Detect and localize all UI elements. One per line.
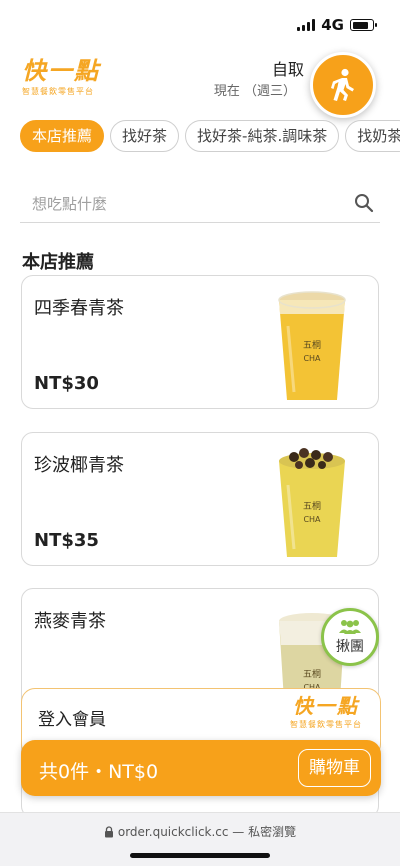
battery-icon [350,19,377,31]
walking-person-icon [331,68,354,101]
svg-text:CHA: CHA [303,515,321,524]
group-order-button[interactable]: 揪團 [321,608,379,666]
cart-button[interactable]: 購物車 [298,749,371,787]
product-card[interactable]: 珍波椰青茶 NT$35 五桐 CHA [21,432,379,566]
member-brand-logo: 快一點 智慧餐飲零售平台 [290,695,362,730]
product-price: NT$30 [34,373,99,394]
browser-url-bar: order.quickclick.cc — 私密瀏覽 [0,812,400,866]
url-display[interactable]: order.quickclick.cc — 私密瀏覽 [0,823,400,840]
drink-cup-image: 五桐 CHA [279,448,345,557]
tab-good-tea[interactable]: 找好茶 [110,120,180,152]
search-input[interactable] [30,190,334,218]
section-title: 本店推薦 [22,252,94,273]
lock-icon [104,826,113,838]
logo-subtitle: 智慧餐飲零售平台 [22,87,94,96]
product-name: 珍波椰青茶 [34,455,124,476]
svg-text:五桐: 五桐 [303,500,321,512]
status-indicators: 4G [297,16,377,34]
header: 快一點 智慧餐飲零售平台 自取 現在 （週三） [0,48,400,120]
drink-cup-image: 五桐 CHA [278,291,346,400]
pickup-time[interactable]: 現在 （週三） [214,80,296,99]
tab-milk-tea[interactable]: 找奶茶 [345,120,400,152]
group-order-label: 揪團 [336,638,364,655]
status-bar: 4G [0,0,400,48]
member-login-label: 登入會員 [38,710,106,730]
home-indicator [130,853,270,858]
category-tabs: 本店推薦 找好茶 找好茶-純茶.調味茶 找奶茶 [20,120,400,156]
network-label: 4G [321,16,344,34]
signal-icon [297,19,316,31]
logo-text: 快一點 [22,57,100,85]
tab-recommended[interactable]: 本店推薦 [20,120,105,152]
product-card[interactable]: 四季春青茶 NT$30 五桐 CHA [21,275,379,409]
group-people-icon [339,619,361,634]
brand-logo[interactable]: 快一點 智慧餐飲零售平台 [22,58,100,97]
logo-subtitle: 智慧餐飲零售平台 [290,720,362,729]
search-icon[interactable] [354,193,374,213]
search-bar [20,184,380,223]
svg-text:五桐: 五桐 [303,668,321,680]
product-name: 燕麥青茶 [34,611,106,632]
logo-text: 快一點 [293,694,359,718]
url-text: order.quickclick.cc — 私密瀏覽 [117,825,297,839]
cart-summary: 共0件・NT$0 [39,761,159,783]
pickup-mode-button[interactable] [310,52,376,118]
product-name: 四季春青茶 [34,298,124,319]
svg-text:CHA: CHA [303,354,321,363]
tab-pure-tea[interactable]: 找好茶-純茶.調味茶 [185,120,340,152]
svg-text:五桐: 五桐 [303,339,321,351]
cart-bar[interactable]: 共0件・NT$0 購物車 [21,740,381,796]
product-price: NT$35 [34,530,99,551]
pickup-mode[interactable]: 自取 [272,56,304,80]
